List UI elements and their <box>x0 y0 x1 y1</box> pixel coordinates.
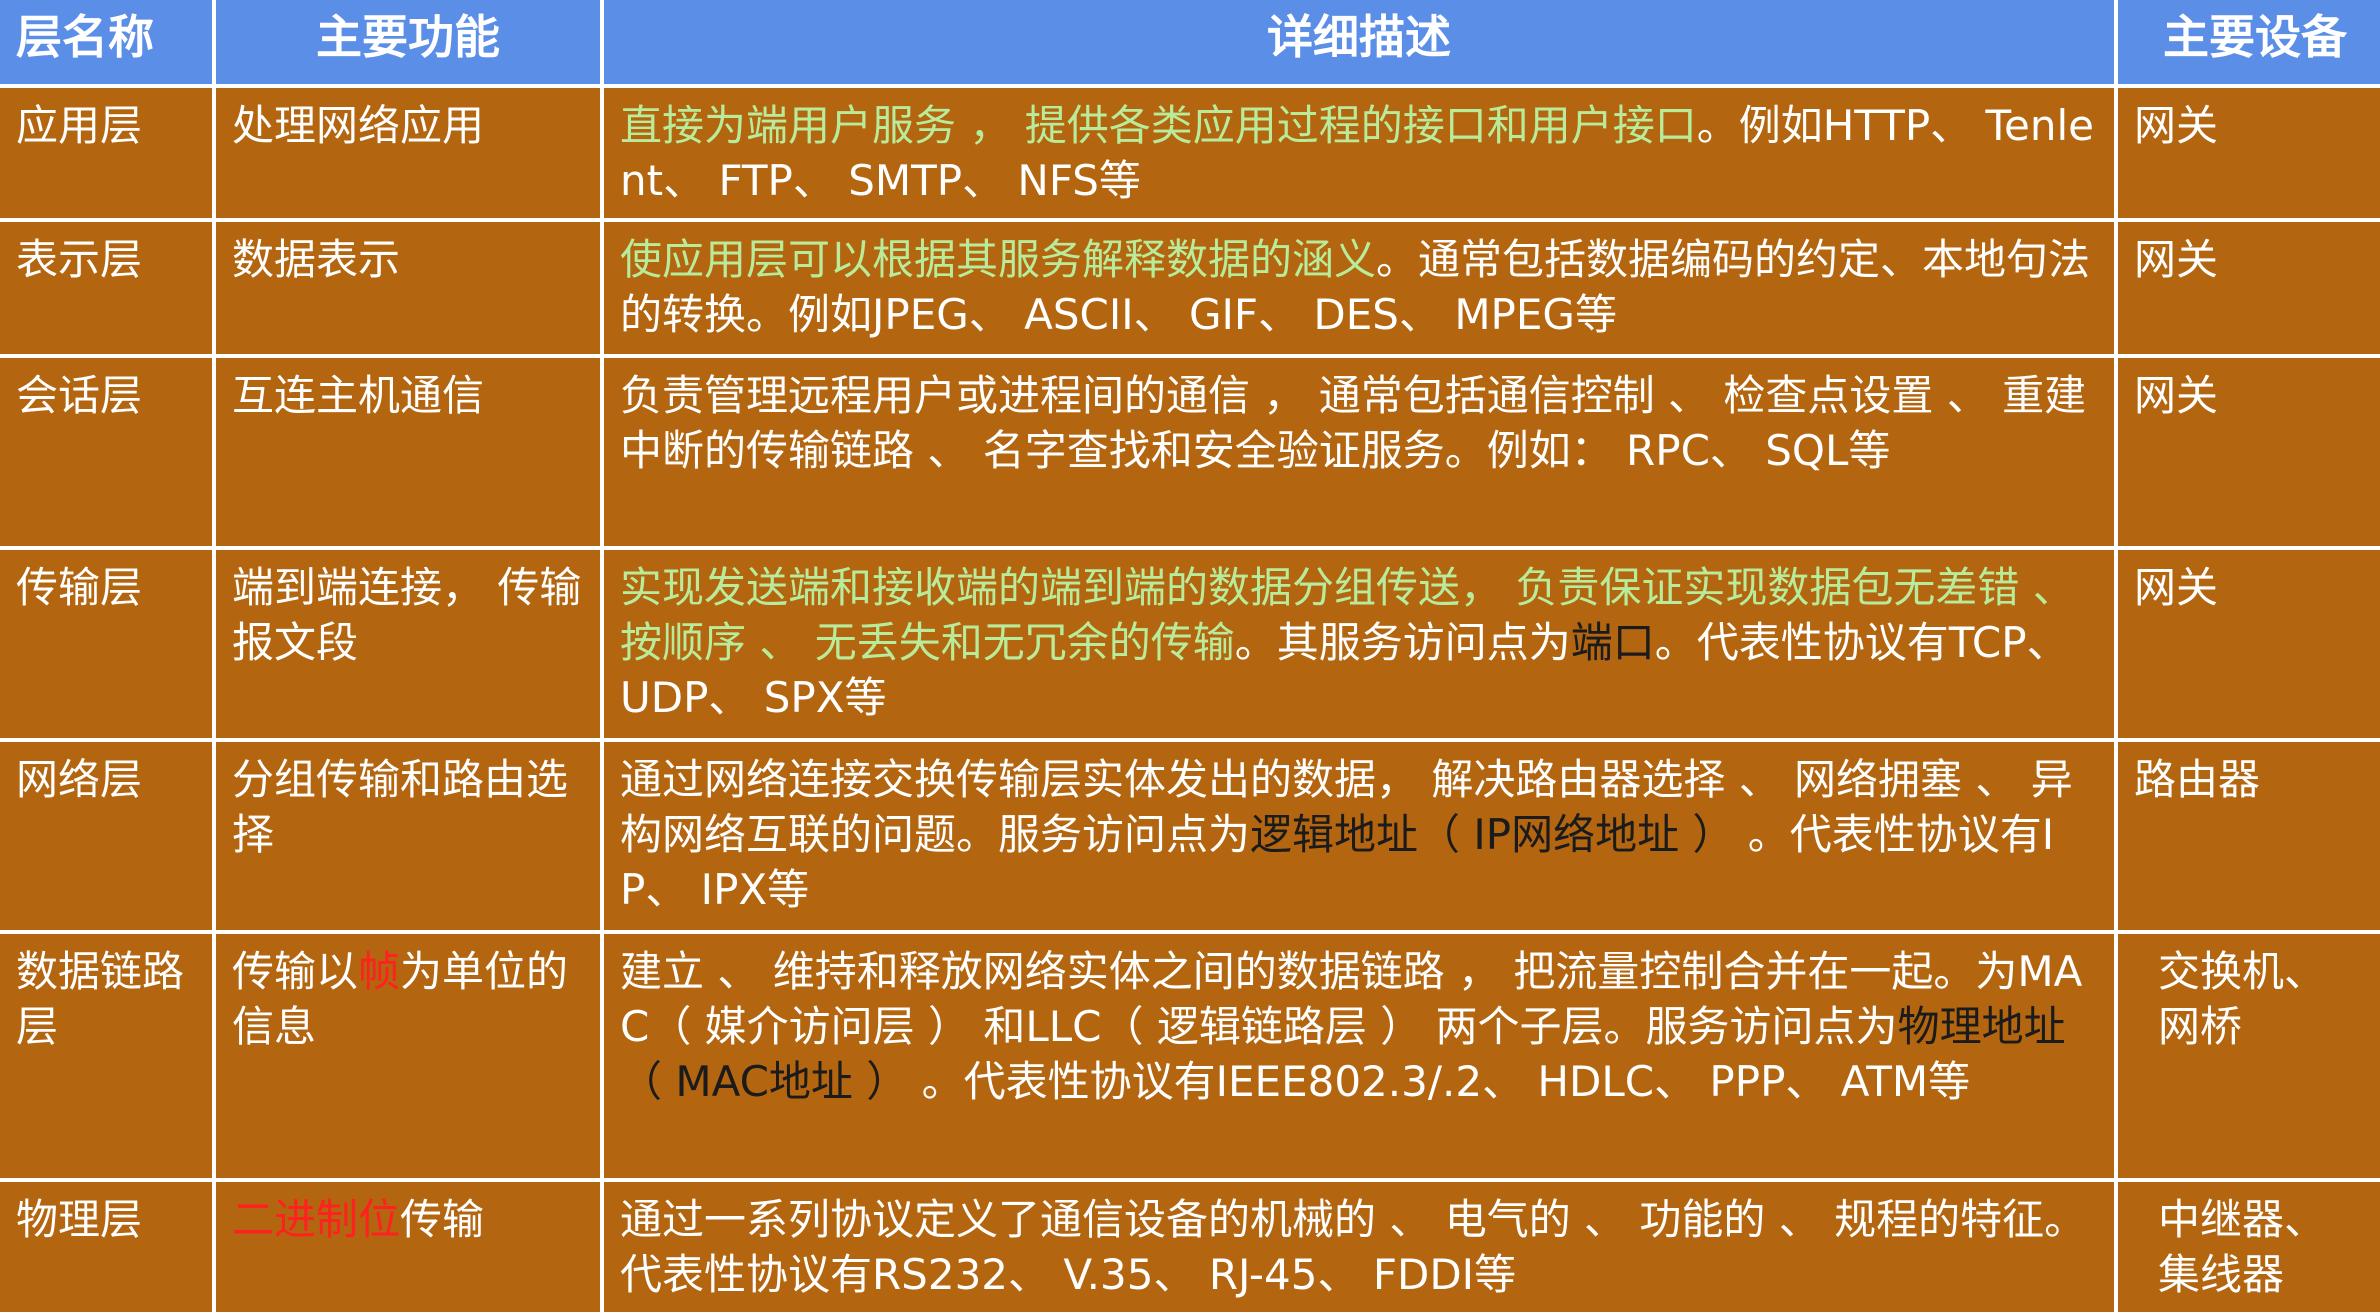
text-segment: 。其服务访问点为 <box>1234 618 1571 667</box>
header-layer-name: 层名称 <box>0 0 212 84</box>
text-segment: 使应用层可以根据其服务解释数据的涵义 <box>620 235 1377 284</box>
description-cell: 实现发送端和接收端的端到端的数据分组传送， 负责保证实现数据包无差错 、 按顺序… <box>604 550 2114 738</box>
description-cell: 通过网络连接交换传输层实体发出的数据， 解决路由器选择 、 网络拥塞 、 异构网… <box>604 742 2114 930</box>
description-cell: 直接为端用户服务 ， 提供各类应用过程的接口和用户接口。例如HTTP、 Tenl… <box>604 88 2114 218</box>
main-function-cell: 传输以帧为单位的信息 <box>216 934 600 1178</box>
main-function-cell: 互连主机通信 <box>216 358 600 546</box>
main-function-cell: 处理网络应用 <box>216 88 600 218</box>
device-cell: 路由器 <box>2118 742 2380 930</box>
text-segment: 端口 <box>1570 618 1655 667</box>
device-cell: 网关 <box>2118 88 2380 218</box>
text-segment: 分组传输和路由选择 <box>232 755 569 859</box>
device-cell: 网关 <box>2118 358 2380 546</box>
header-main-device: 主要设备 <box>2118 0 2380 84</box>
main-function-cell: 数据表示 <box>216 222 600 354</box>
description-cell: 建立 、 维持和释放网络实体之间的数据链路 ， 把流量控制合并在一起。为MAC（… <box>604 934 2114 1178</box>
device-cell: 交换机、 网桥 <box>2118 934 2380 1178</box>
text-segment: 通过一系列协议定义了通信设备的机械的 、 电气的 、 功能的 、 规程的特征。代… <box>620 1195 2087 1299</box>
layer-name-cell: 传输层 <box>0 550 212 738</box>
main-function-cell: 分组传输和路由选择 <box>216 742 600 930</box>
text-segment: 传输以 <box>232 947 359 996</box>
layer-name-cell: 数据链路层 <box>0 934 212 1178</box>
layer-name-cell: 物理层 <box>0 1182 212 1312</box>
text-segment: 二进制位 <box>232 1195 401 1244</box>
main-function-cell: 端到端连接， 传输报文段 <box>216 550 600 738</box>
device-cell: 网关 <box>2118 222 2380 354</box>
header-detail-description: 详细描述 <box>604 0 2114 84</box>
layer-name-cell: 会话层 <box>0 358 212 546</box>
layer-name-cell: 网络层 <box>0 742 212 930</box>
text-segment: 端到端连接， 传输报文段 <box>232 563 582 667</box>
description-cell: 通过一系列协议定义了通信设备的机械的 、 电气的 、 功能的 、 规程的特征。代… <box>604 1182 2114 1312</box>
device-cell: 中继器、 集线器 <box>2118 1182 2380 1312</box>
header-main-function: 主要功能 <box>216 0 600 84</box>
layer-name-cell: 应用层 <box>0 88 212 218</box>
text-segment: 逻辑地址（ IP网络地址 ） <box>1250 810 1735 859</box>
text-segment: 建立 、 维持和释放网络实体之间的数据链路 ， 把流量控制合并在一起。为MAC（… <box>620 947 2083 1051</box>
text-segment: 传输 <box>400 1195 485 1244</box>
device-cell: 网关 <box>2118 550 2380 738</box>
text-segment: 。代表性协议有IEEE802.3/.2、 HDLC、 PPP、 ATM等 <box>908 1057 1971 1106</box>
main-function-cell: 二进制位传输 <box>216 1182 600 1312</box>
text-segment: 互连主机通信 <box>232 371 485 420</box>
description-cell: 使应用层可以根据其服务解释数据的涵义。通常包括数据编码的约定、本地句法的转换。例… <box>604 222 2114 354</box>
description-cell: 负责管理远程用户或进程间的通信 ， 通常包括通信控制 、 检查点设置 、 重建中… <box>604 358 2114 546</box>
osi-layer-table: 层名称 主要功能 详细描述 主要设备 应用层 处理网络应用 直接为端用户服务 ， 提… <box>0 0 2380 1312</box>
text-segment: 直接为端用户服务 ， 提供各类应用过程的接口和用户接口 <box>620 101 1697 150</box>
layer-name-cell: 表示层 <box>0 222 212 354</box>
text-segment: 负责管理远程用户或进程间的通信 ， 通常包括通信控制 、 检查点设置 、 重建中… <box>620 371 2087 475</box>
text-segment: 数据表示 <box>232 235 401 284</box>
text-segment: 处理网络应用 <box>232 101 485 150</box>
text-segment: 帧 <box>358 947 401 996</box>
